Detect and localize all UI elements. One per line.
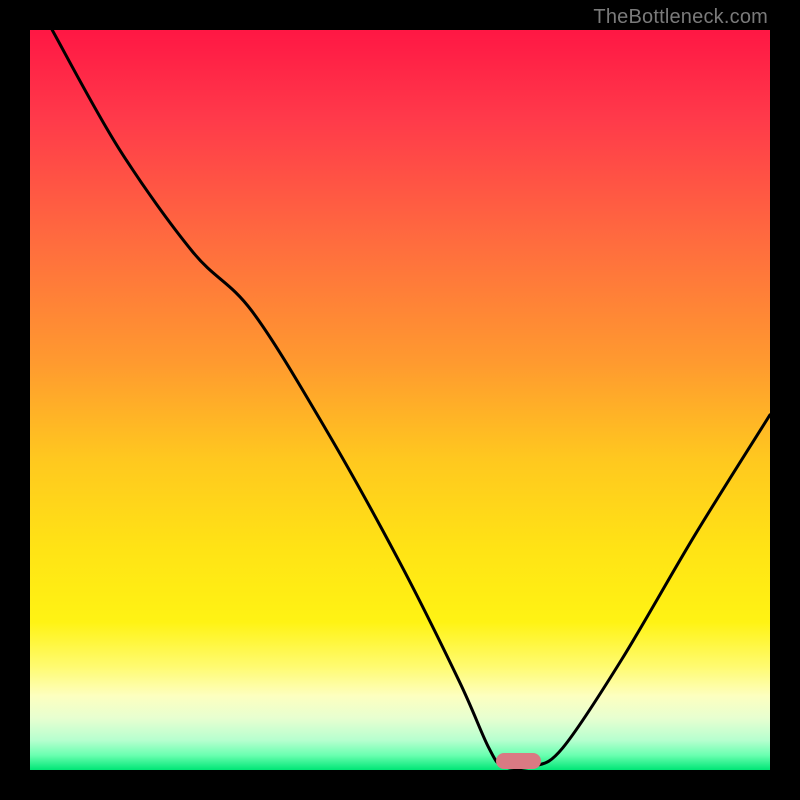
bottleneck-curve xyxy=(52,30,770,769)
plot-area xyxy=(30,30,770,770)
optimal-marker xyxy=(496,753,540,769)
curve-layer xyxy=(30,30,770,770)
chart-frame: TheBottleneck.com xyxy=(0,0,800,800)
watermark-text: TheBottleneck.com xyxy=(593,6,768,29)
